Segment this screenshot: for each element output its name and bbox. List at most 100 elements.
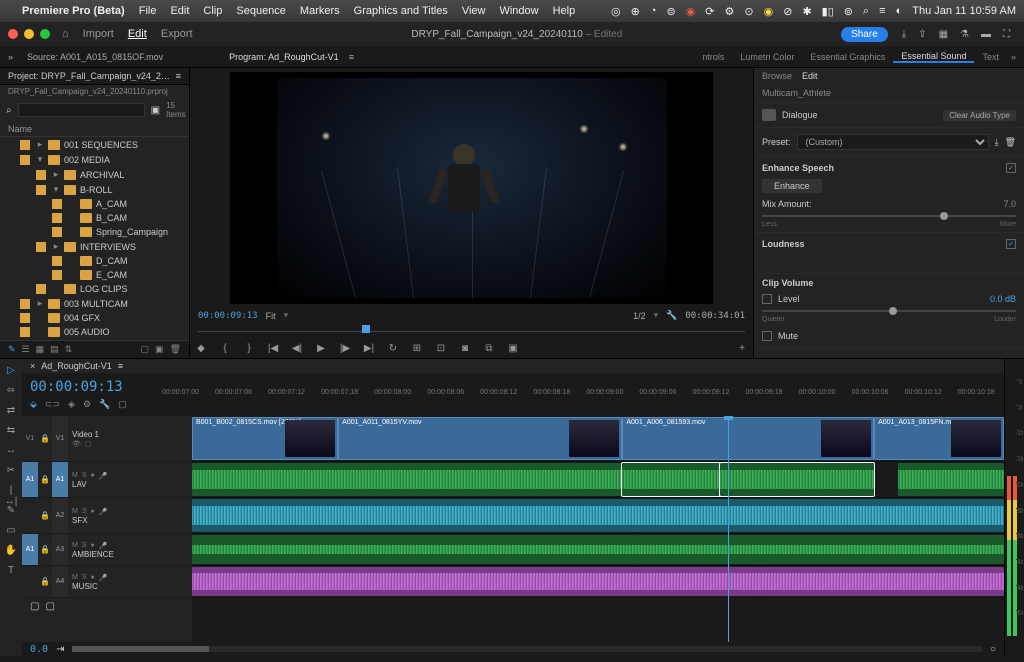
eye-icon[interactable]: 👁 [72,440,81,448]
overwrite-icon[interactable]: ⊡ [434,343,448,354]
audio-clip[interactable] [720,463,874,496]
master-icon[interactable]: ▢ [45,601,54,612]
marker-icon[interactable]: ▬ [981,29,991,40]
ws-tab-graphics[interactable]: Essential Graphics [802,52,893,62]
track-header-a1[interactable]: A1 🔒 A1 MS●🎤 LAV [22,462,192,498]
es-browse-tab[interactable]: Browse [762,71,792,81]
export-frame-icon[interactable]: ◙ [458,343,472,354]
project-tab[interactable]: Project: DRYP_Fall_Campaign_v24_20240110… [0,68,189,85]
chevron-icon[interactable]: » [8,52,13,62]
mix-amount-value[interactable]: 7.0 [1003,199,1016,209]
search-icon[interactable]: ⌕ [863,5,869,18]
menu-sequence[interactable]: Sequence [236,5,286,17]
lock-icon[interactable]: 🔒 [38,577,52,586]
play-icon[interactable]: ▶ [314,343,328,354]
solo-icon[interactable]: S [82,472,87,480]
safe-margins-icon[interactable]: ▣ [506,343,520,354]
bin-icon[interactable]: ▣ [151,105,160,116]
source-tab[interactable]: Source: A001_A015_0815OF.mov [27,52,163,62]
go-to-out-icon[interactable]: ▶| [362,343,376,354]
go-to-in-icon[interactable]: |◀ [266,343,280,354]
panel-menu-icon[interactable]: ≡ [118,361,123,371]
horizontal-scrollbar[interactable] [72,646,982,652]
quick-export-icon[interactable]: ⤓ [902,29,906,40]
step-forward-icon[interactable]: |▶ [338,343,352,354]
control-center-icon[interactable]: ≡ [879,5,885,17]
beaker-icon[interactable]: ⚗ [960,29,969,40]
audio-clip[interactable] [760,567,1004,596]
track-header-v1[interactable]: V1 🔒 V1 Video 1 👁▢ [22,416,192,462]
audio-clip[interactable] [192,463,622,496]
settings-icon[interactable]: ⚙ [83,399,91,410]
loudness-header[interactable]: Loudness [762,239,805,249]
menubar-icon[interactable]: ◉ [686,5,696,18]
workspace-icon[interactable]: ▦ [939,29,948,40]
menu-graphics[interactable]: Graphics and Titles [354,5,448,17]
menu-markers[interactable]: Markers [300,5,340,17]
panel-menu-icon[interactable]: ≡ [349,52,354,62]
menu-file[interactable]: File [139,5,157,17]
audio-clip[interactable] [622,463,719,496]
zoom-timecode[interactable]: 0.0 [30,644,48,655]
bin-row[interactable]: A_CAM [0,197,189,211]
hand-tool-icon[interactable]: ✋ [4,545,18,559]
siri-icon[interactable]: ◐ [896,5,903,17]
ws-tab-controls[interactable]: ntrols [694,52,732,62]
ws-tab-lumetri[interactable]: Lumetri Color [732,52,802,62]
expand-icon[interactable]: ⇥ [56,644,64,655]
dropdown-icon[interactable]: ▾ [654,310,659,321]
track-header-a2[interactable]: 🔒 A2 MS●🎤 SFX [22,498,192,534]
tab-export[interactable]: Export [161,28,193,40]
battery-icon[interactable]: ▮▯ [822,5,834,18]
add-marker-icon[interactable]: ◆ [194,343,208,354]
rolling-tool-icon[interactable]: ⇆ [4,425,18,439]
voice-icon[interactable]: 🎤 [99,472,108,480]
trash-icon[interactable]: 🗑 [170,344,181,355]
audio-clip[interactable] [898,463,1004,496]
maximize-window-button[interactable] [40,29,50,39]
close-tab-icon[interactable]: × [30,361,35,371]
video-clip[interactable]: B001_B002_0815CS.mov [200%] [192,417,338,460]
playhead[interactable] [728,416,729,642]
menubar-icon[interactable]: ◉ [764,5,774,18]
enhance-button[interactable]: Enhance [762,179,822,193]
bin-row[interactable]: ▾B-ROLL [0,182,189,197]
program-tab[interactable]: Program: Ad_RoughCut-V1 [229,52,339,62]
out-point-icon[interactable]: } [242,343,256,354]
bin-row[interactable]: B_CAM [0,211,189,225]
bin-row[interactable]: ▸INTERVIEWS [0,239,189,254]
clear-audio-type-button[interactable]: Clear Audio Type [943,110,1016,121]
minimize-window-button[interactable] [24,29,34,39]
timeline-canvas[interactable]: B001_B002_0815CS.mov [200%] A001_A011_08… [192,416,1004,642]
icon-view-icon[interactable]: ▦ [36,344,45,355]
lock-icon[interactable]: 🔒 [38,545,52,554]
enhance-speech-header[interactable]: Enhance Speech [762,163,834,173]
clock[interactable]: Thu Jan 11 10:59 AM [912,5,1016,17]
razor-tool-icon[interactable]: ✂ [4,465,18,479]
rate-tool-icon[interactable]: ↔ [4,445,18,459]
bin-row[interactable]: E_CAM [0,268,189,282]
video-clip[interactable]: A001_A006_081593.mov [622,417,874,460]
menu-help[interactable]: Help [553,5,576,17]
video-clip[interactable]: A001_A011_0815YV.mov [338,417,622,460]
cc-icon[interactable]: ▢ [118,399,127,410]
bin-row[interactable]: ▸001 SEQUENCES [0,137,189,152]
bin-row[interactable]: 004 GFX [0,311,189,325]
panel-menu-icon[interactable]: ≡ [176,71,181,81]
menubar-icon[interactable]: ⟳ [705,5,714,18]
list-view-icon[interactable]: ☰ [22,344,30,355]
ripple-tool-icon[interactable]: ⇄ [4,405,18,419]
audio-clip[interactable] [639,535,1004,564]
menu-edit[interactable]: Edit [170,5,189,17]
ws-tab-text[interactable]: Text [974,52,1007,62]
slip-tool-icon[interactable]: |↔| [4,485,18,499]
home-button[interactable]: ⌂ [62,28,69,40]
timeline-timecode[interactable]: 00:00:09:13 [30,379,154,395]
app-name[interactable]: Premiere Pro (Beta) [22,5,125,17]
tab-import[interactable]: Import [83,28,114,40]
comparison-icon[interactable]: ⧉ [482,343,496,354]
bin-row[interactable]: ▸003 MULTICAM [0,296,189,311]
track-output-icon[interactable]: ▢ [85,440,92,448]
rect-tool-icon[interactable]: ▭ [4,525,18,539]
insert-icon[interactable]: ⊞ [410,343,424,354]
